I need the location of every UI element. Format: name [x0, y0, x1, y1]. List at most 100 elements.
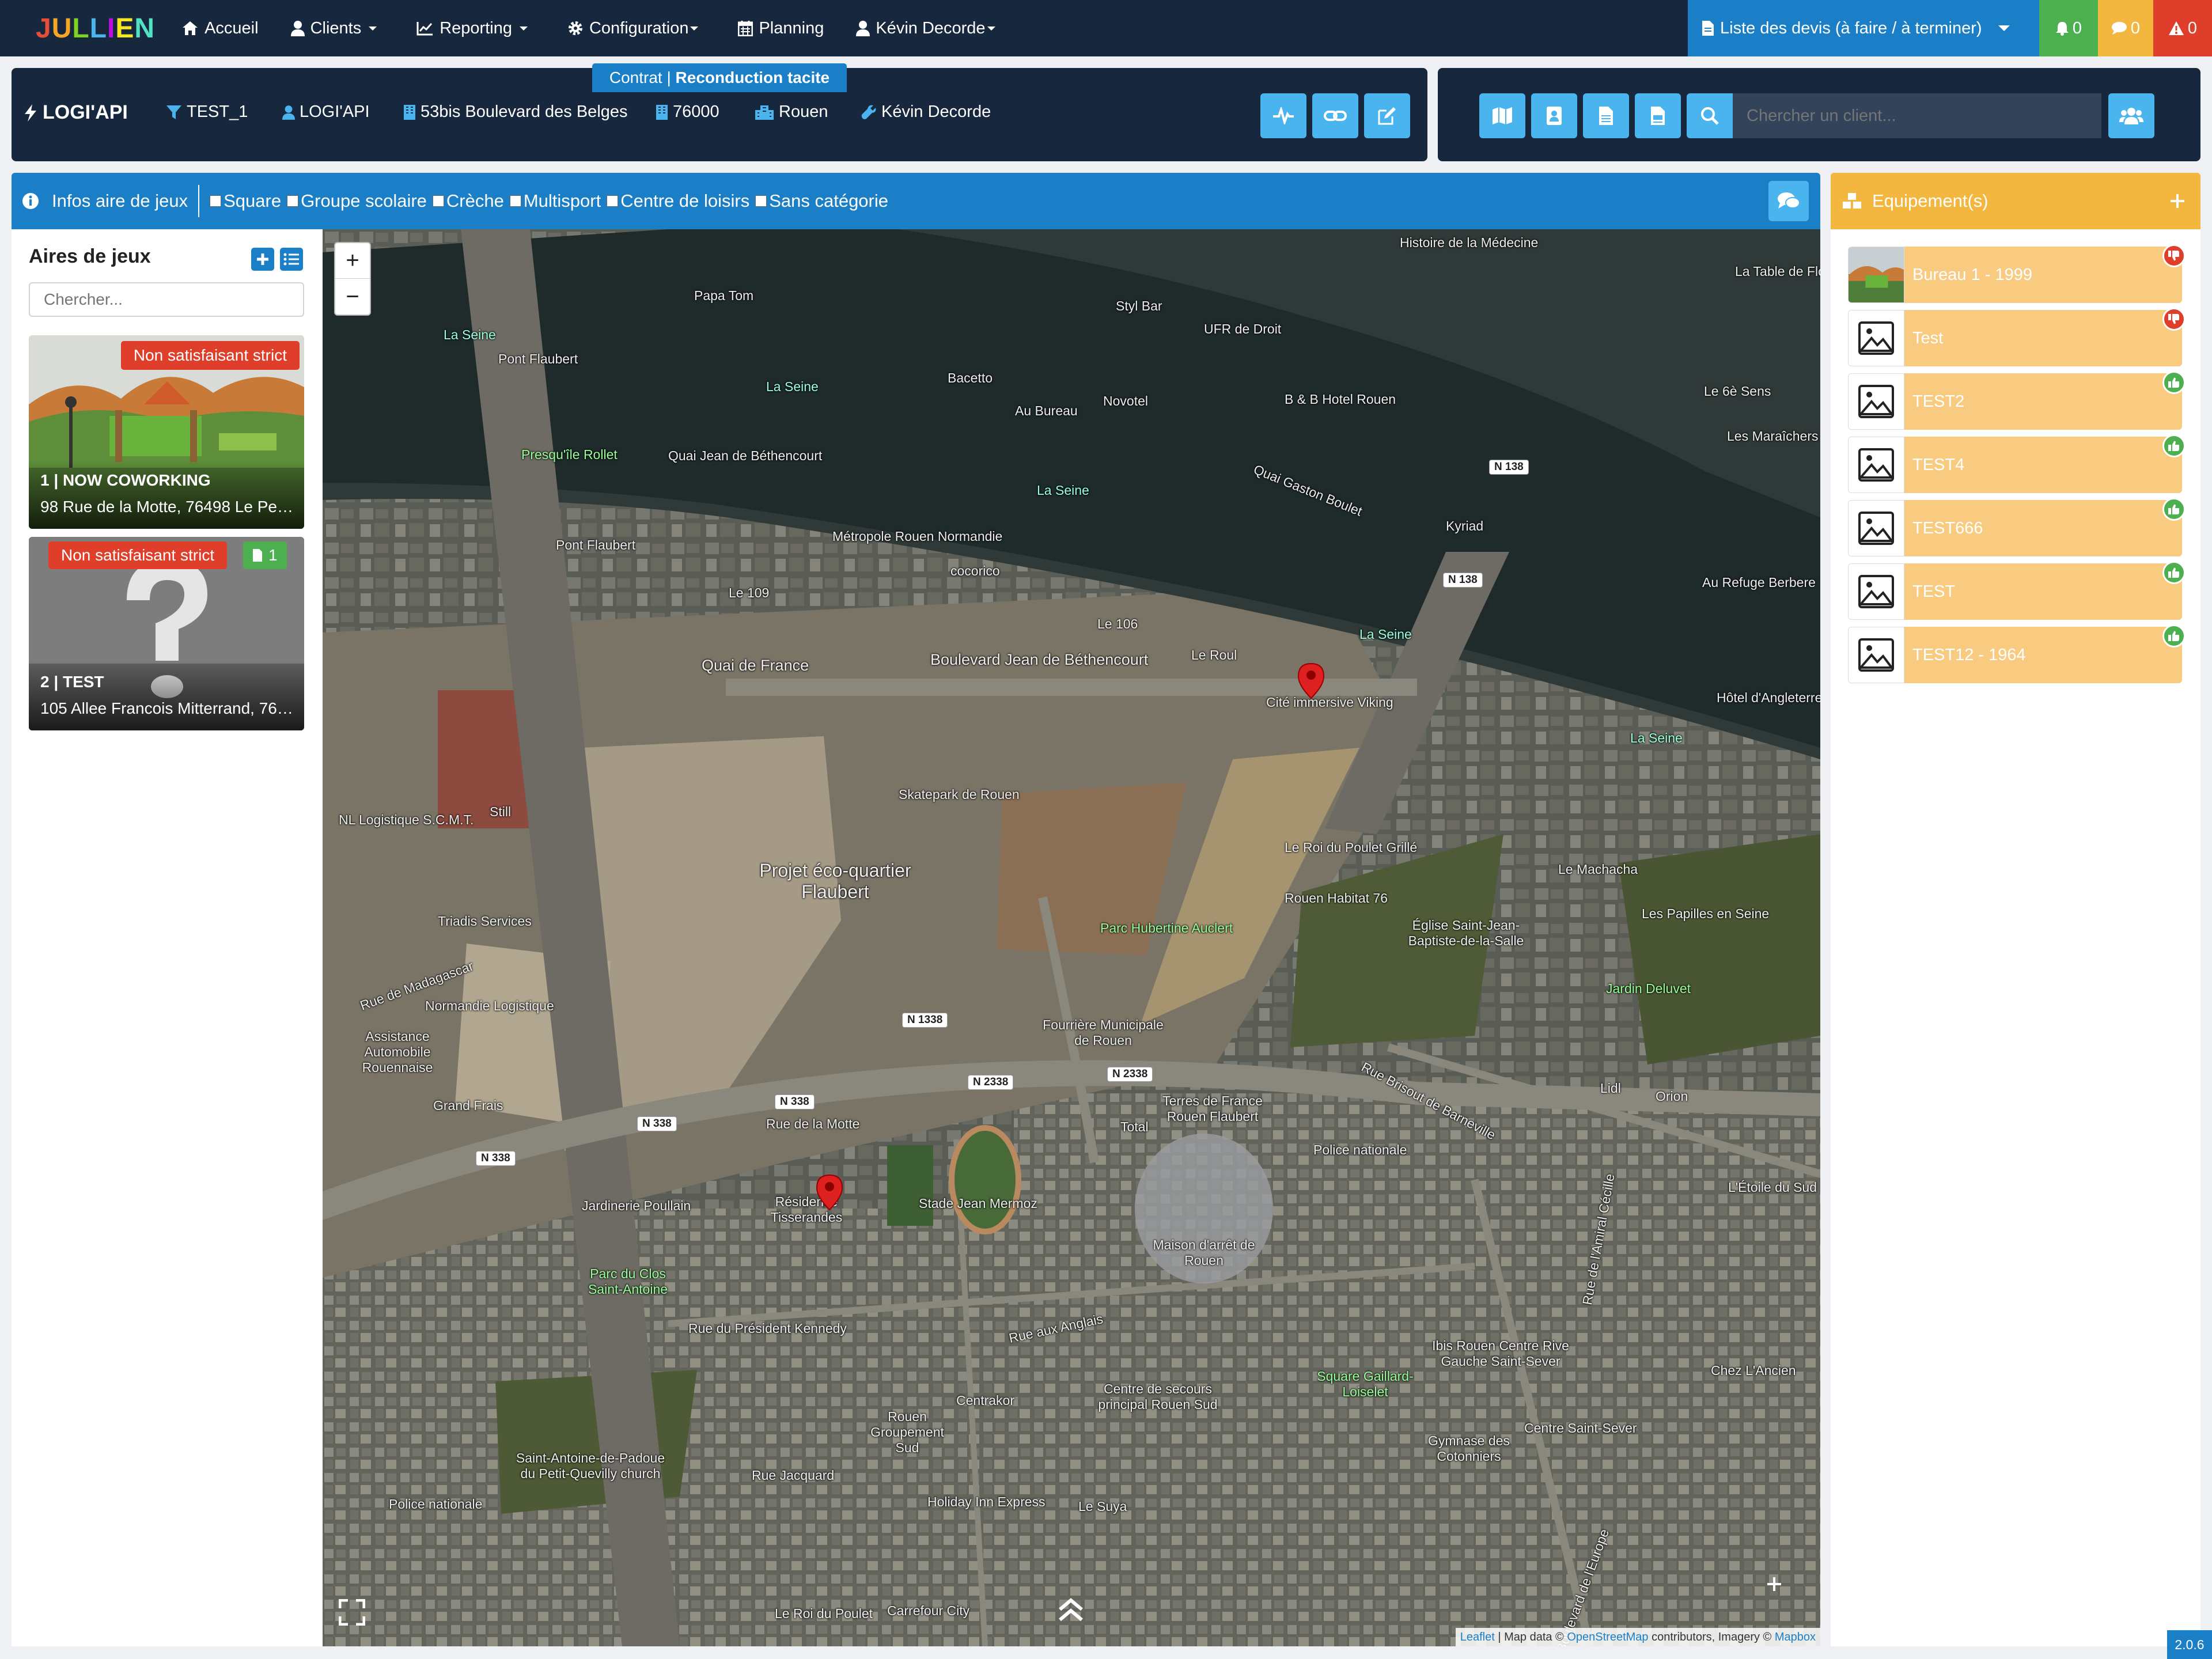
messages-badge[interactable]: 0: [2098, 0, 2153, 56]
checkbox[interactable]: [755, 195, 767, 207]
alerts-badge[interactable]: 0: [2153, 0, 2212, 56]
quotes-dropdown[interactable]: Liste des devis (à faire / à terminer): [1688, 0, 2039, 56]
link-button[interactable]: [1312, 93, 1358, 138]
osm-link[interactable]: OpenStreetMap: [1567, 1631, 1648, 1644]
map-label: Le Suya: [1078, 1499, 1127, 1514]
map-label: Projet éco-quartier Flaubert: [759, 860, 911, 902]
equipment-thumbnail: [1848, 247, 1904, 303]
map-label: La Table de Flore: [1735, 264, 1820, 279]
fullscreen-icon[interactable]: [339, 1599, 365, 1626]
edit-button[interactable]: [1364, 93, 1410, 138]
map-label: Carrefour City: [887, 1603, 970, 1618]
mapbox-link[interactable]: Mapbox: [1775, 1631, 1816, 1644]
map-marker-icon[interactable]: [816, 1174, 843, 1211]
checkbox[interactable]: [432, 195, 444, 207]
activity-button[interactable]: [1260, 93, 1306, 138]
filter-creche[interactable]: Crèche: [432, 191, 504, 211]
equipment-header: Equipement(s): [1831, 173, 2200, 229]
bolt-icon: [25, 104, 36, 122]
filter-multisport[interactable]: Multisport: [509, 191, 601, 211]
checkbox[interactable]: [607, 195, 619, 207]
equipment-item[interactable]: TEST2: [1848, 371, 2186, 430]
nav-configuration[interactable]: Configuration: [567, 19, 706, 38]
add-equipment-button[interactable]: [2169, 193, 2186, 209]
client-search-input[interactable]: [1733, 93, 2101, 138]
map-label: L'Étoile du Sud: [1728, 1180, 1817, 1195]
checkbox[interactable]: [210, 195, 222, 207]
users-button[interactable]: [2108, 93, 2154, 138]
map-label: Centre Saint-Sever: [1524, 1421, 1637, 1435]
map-button[interactable]: [1479, 93, 1525, 138]
equipment-thumbnail: [1848, 373, 1904, 430]
filter-school[interactable]: Groupe scolaire: [287, 191, 427, 211]
nav-user[interactable]: Kévin Decorde: [856, 19, 1002, 38]
client-technician[interactable]: Kévin Decorde: [861, 103, 991, 122]
equipment-thumbnail: [1848, 437, 1904, 493]
equipment-item[interactable]: TEST12 - 1964: [1848, 624, 2186, 683]
comments-button[interactable]: [1768, 181, 1809, 221]
double-chevron-up-icon[interactable]: [1058, 1597, 1084, 1623]
map-label: Le Roi du Poulet Grillé: [1285, 840, 1418, 855]
building-icon: [404, 104, 415, 120]
notifications-badge[interactable]: 0: [2039, 0, 2098, 56]
client-address[interactable]: 53bis Boulevard des Belges: [403, 103, 628, 122]
map-label: Rue du Président Kennedy: [688, 1321, 847, 1336]
filter-leisure-center[interactable]: Centre de loisirs: [607, 191, 749, 211]
brand-logo[interactable]: JULLIEN: [36, 13, 155, 44]
checkbox[interactable]: [509, 195, 521, 207]
map-label: Total: [1120, 1119, 1149, 1134]
checkbox[interactable]: [287, 195, 299, 207]
equipment-name: Test: [1904, 310, 2182, 366]
equipment-thumbnail: [1848, 500, 1904, 556]
leaflet-link[interactable]: Leaflet: [1460, 1631, 1495, 1644]
client-postal-code[interactable]: 76000: [656, 103, 719, 122]
map-label: Holiday Inn Express: [927, 1494, 1046, 1509]
brand-letter: J: [36, 13, 52, 44]
filter-icon: [166, 105, 181, 119]
satellite-map[interactable]: La Seine La Seine La Seine La Seine La S…: [323, 229, 1820, 1646]
nav-planning[interactable]: Planning: [738, 19, 824, 38]
equipment-item[interactable]: Test: [1848, 308, 2186, 366]
status-indicator: [2162, 561, 2186, 584]
equipment-item[interactable]: TEST4: [1848, 434, 2186, 493]
building-icon: [656, 104, 668, 120]
map-label: Grand Frais: [433, 1098, 503, 1113]
map-label: NL Logistique S.C.M.T.: [339, 812, 474, 827]
playground-card[interactable]: Non satisfaisant strict 1 | NOW COWORKIN…: [29, 335, 304, 529]
heartbeat-icon: [1273, 107, 1294, 124]
document-button[interactable]: [1583, 93, 1629, 138]
equipment-item[interactable]: TEST666: [1848, 498, 2186, 556]
list-view-button[interactable]: [280, 248, 303, 271]
thumbs-up-icon: [2168, 567, 2179, 578]
contacts-button[interactable]: [1531, 93, 1577, 138]
nav-clients[interactable]: Clients: [290, 19, 385, 38]
map-label: Histoire de la Médecine: [1400, 235, 1539, 250]
add-playground-button[interactable]: [251, 248, 274, 271]
map-marker-icon[interactable]: [1297, 662, 1325, 699]
nav-reporting[interactable]: Reporting: [416, 19, 535, 38]
map-label: Square Gaillard-Loiselet: [1317, 1369, 1414, 1399]
filter-no-category[interactable]: Sans catégorie: [755, 191, 888, 211]
client-company[interactable]: LOGI'API: [282, 103, 370, 122]
invoice-button[interactable]: [1635, 93, 1681, 138]
cubes-icon: [1843, 193, 1861, 209]
map-label: Hôtel d'Angleterre: [1717, 690, 1820, 705]
map-label: Jardinerie Poullain: [582, 1198, 691, 1213]
map-label: Ibis Rouen Centre Rive Gauche Saint-Seve…: [1432, 1338, 1569, 1369]
playground-card[interactable]: Non satisfaisant strict 1 2 | TEST 105 A…: [29, 537, 304, 730]
zoom-in-button[interactable]: +: [335, 243, 370, 279]
playground-search-input[interactable]: [29, 282, 304, 317]
equipment-item[interactable]: TEST: [1848, 561, 2186, 620]
filter-square[interactable]: Square: [210, 191, 281, 211]
zoom-out-button[interactable]: −: [335, 279, 370, 315]
status-indicator: [2162, 498, 2186, 521]
client-city[interactable]: Rouen: [755, 103, 828, 122]
equipment-title: Equipement(s): [1872, 191, 1988, 211]
client-name[interactable]: TEST_1: [166, 103, 248, 122]
map-label: Pont Flaubert: [556, 537, 636, 552]
search-button[interactable]: [1687, 93, 1733, 138]
nav-home[interactable]: Accueil: [181, 19, 259, 38]
map-label: Quai Jean de Béthencourt: [668, 448, 823, 463]
equipment-item[interactable]: Bureau 1 - 1999: [1848, 244, 2186, 303]
file-invoice-icon: [1651, 107, 1665, 125]
